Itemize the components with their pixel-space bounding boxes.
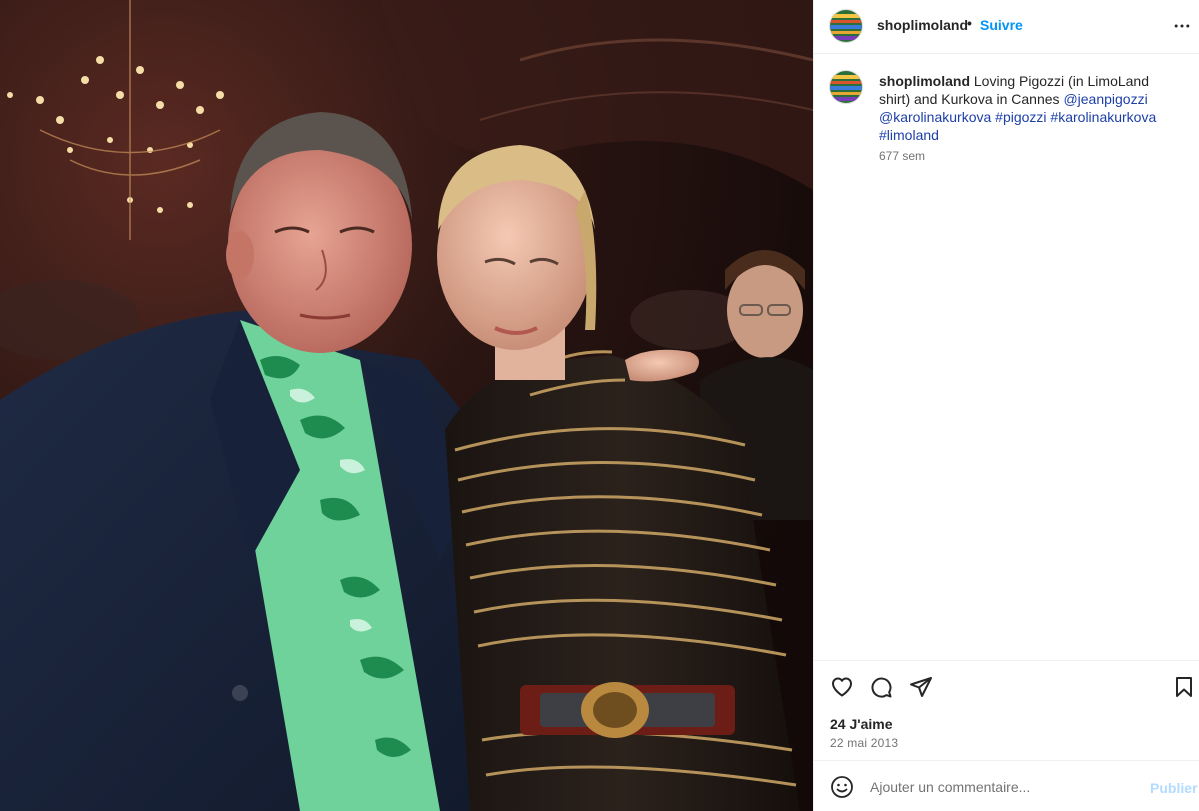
post-date[interactable]: 22 mai 2013 [830, 736, 898, 750]
caption-timestamp[interactable]: 677 sem [879, 149, 925, 163]
publish-button[interactable]: Publier [1150, 780, 1197, 796]
caption-username[interactable]: shoplimoland [879, 73, 970, 89]
post-photo-illustration [0, 0, 813, 811]
comment-input[interactable] [868, 774, 1142, 800]
hashtag-link[interactable]: #limoland [879, 127, 939, 143]
follow-button[interactable]: Suivre [980, 17, 1023, 33]
hashtag-link[interactable]: #karolinakurkova [1050, 109, 1156, 125]
comment-icon[interactable] [869, 675, 893, 699]
avatar-image [830, 71, 862, 103]
post-author-username[interactable]: shoplimoland [877, 17, 968, 33]
hashtag-link[interactable]: #pigozzi [995, 109, 1046, 125]
smiley-icon[interactable] [830, 775, 854, 799]
send-icon[interactable] [909, 675, 933, 699]
more-horizontal-icon[interactable] [1172, 16, 1192, 36]
bookmark-icon[interactable] [1172, 675, 1196, 699]
heart-icon[interactable] [830, 675, 854, 699]
post-header: shoplimoland • Suivre [814, 0, 1199, 54]
mention-link[interactable]: @karolinakurkova [879, 109, 991, 125]
post-caption: shoplimoland Loving Pigozzi (in LimoLand… [879, 72, 1179, 144]
separator-dot: • [967, 15, 972, 31]
avatar[interactable] [830, 10, 862, 42]
mention-link[interactable]: @jeanpigozzi [1063, 91, 1147, 107]
post-details-panel: shoplimoland • Suivre shoplimoland Lovin… [813, 0, 1199, 811]
avatar-image [830, 10, 862, 42]
caption-avatar[interactable] [830, 71, 862, 103]
comment-bar: Publier [814, 760, 1199, 811]
post-actions: 24 J'aime 22 mai 2013 [814, 660, 1199, 760]
likes-count[interactable]: 24 J'aime [830, 716, 893, 732]
post-photo[interactable] [0, 0, 813, 811]
